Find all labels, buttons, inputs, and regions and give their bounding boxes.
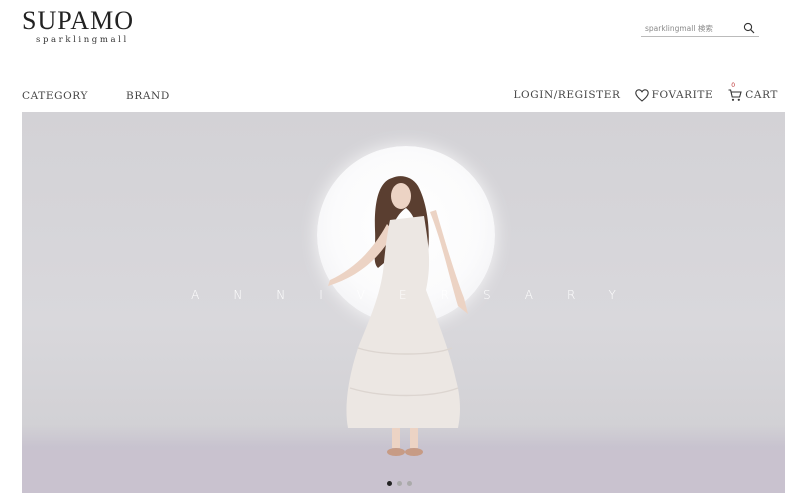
- search-icon[interactable]: [743, 22, 755, 34]
- nav-category[interactable]: CATEGORY: [22, 90, 88, 102]
- carousel-dot-2[interactable]: [397, 481, 402, 486]
- user-nav: LOGIN/REGISTER FOVARITE 0 CART: [513, 82, 778, 102]
- carousel-dot-3[interactable]: [407, 481, 412, 486]
- search-input[interactable]: [641, 23, 737, 33]
- search-bar: [641, 20, 759, 37]
- login-register-link[interactable]: LOGIN/REGISTER: [513, 89, 620, 101]
- cart-count-badge: 0: [731, 82, 736, 89]
- hero-model-figure: [328, 176, 468, 456]
- carousel-dot-1[interactable]: [387, 481, 392, 486]
- carousel-dots: [387, 481, 417, 486]
- favorite-label: FOVARITE: [651, 89, 714, 101]
- hero-title: ANNIVERSARY: [191, 288, 650, 302]
- main-nav: CATEGORY BRAND: [22, 90, 208, 102]
- heart-icon: [634, 88, 649, 102]
- site-logo[interactable]: SUPAMO sparklingmall: [22, 6, 142, 46]
- logo-sub-text: sparklingmall: [36, 35, 129, 45]
- hero-banner[interactable]: ANNIVERSARY: [22, 112, 785, 493]
- cart-icon-wrap: 0: [728, 82, 742, 102]
- nav-brand[interactable]: BRAND: [126, 90, 170, 102]
- cart-link[interactable]: 0 CART: [728, 82, 778, 102]
- favorite-link[interactable]: FOVARITE: [634, 88, 714, 102]
- cart-icon: [728, 89, 742, 101]
- cart-label: CART: [745, 89, 778, 101]
- logo-main-text: SUPAMO: [22, 6, 134, 35]
